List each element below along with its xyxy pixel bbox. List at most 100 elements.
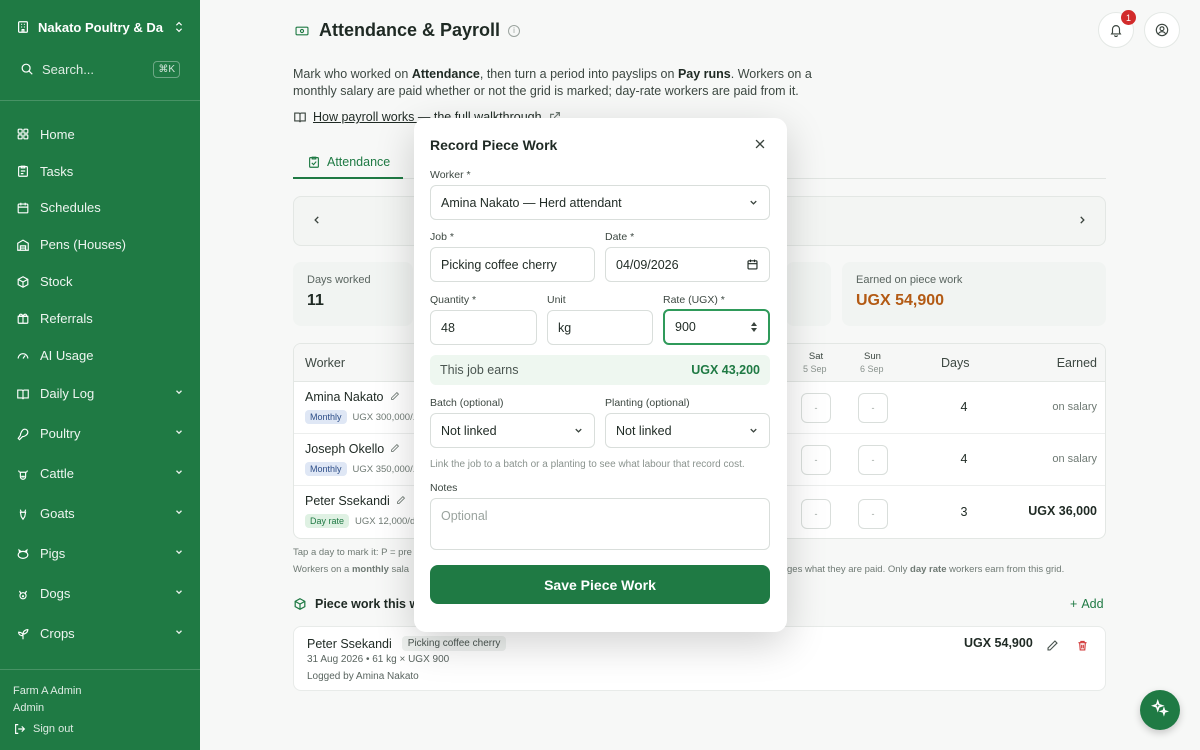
intro-text: , then turn a period into payslips on: [479, 67, 678, 81]
chevron-down-icon: [174, 587, 184, 600]
sidebar-group-pigs[interactable]: Pigs: [0, 534, 200, 574]
day-cell-sun[interactable]: -: [858, 445, 888, 475]
stat-label: Days worked: [307, 274, 371, 286]
sidebar-item-stock[interactable]: Stock: [0, 263, 200, 300]
page-title: Attendance & Payroll: [319, 20, 501, 40]
col-worker: Worker: [305, 356, 346, 370]
cattle-icon: [16, 467, 30, 481]
days-count: 4: [960, 400, 968, 414]
close-dialog-button[interactable]: [753, 137, 767, 156]
clipboard-icon: [16, 164, 30, 178]
sidebar-item-referrals[interactable]: Referrals: [0, 300, 200, 337]
piece-work-title: Piece work this we: [315, 597, 427, 611]
pencil-icon[interactable]: [390, 390, 400, 404]
calendar-icon: [16, 201, 30, 215]
number-stepper-icon[interactable]: [750, 321, 758, 333]
pencil-icon: [1047, 640, 1058, 651]
next-week-button[interactable]: [1077, 213, 1087, 228]
notifications-button[interactable]: 1: [1098, 10, 1136, 48]
col-sat-label: Sat: [808, 351, 824, 362]
day-cell-sat[interactable]: -: [801, 499, 831, 529]
day-cell-sat[interactable]: -: [801, 445, 831, 475]
account-button[interactable]: [1144, 12, 1180, 48]
sidebar-group-dogs[interactable]: Dogs: [0, 574, 200, 614]
note-text: workers earn from this grid.: [946, 564, 1065, 575]
pencil-icon[interactable]: [396, 494, 406, 508]
sidebar-group-goats[interactable]: Goats: [0, 494, 200, 534]
rate-input[interactable]: 900: [663, 309, 770, 345]
col-days: Days: [941, 356, 970, 370]
ai-assistant-button[interactable]: [1140, 690, 1180, 730]
sign-out-button[interactable]: Sign out: [13, 722, 73, 736]
sidebar-search[interactable]: Search... ⌘K: [12, 56, 188, 82]
plus-icon: +: [1070, 597, 1078, 611]
entry-logged-by: Logged by Amina Nakato: [307, 671, 419, 682]
planting-select[interactable]: Not linked: [605, 413, 770, 448]
worker-name: Peter Ssekandi: [305, 494, 406, 508]
page-header: Attendance & Payroll i: [293, 20, 521, 41]
chevron-left-icon: [314, 216, 319, 224]
previous-week-button[interactable]: [312, 213, 322, 228]
save-piece-work-button[interactable]: Save Piece Work: [430, 565, 770, 604]
info-icon[interactable]: i: [508, 24, 521, 37]
record-piece-work-dialog: Record Piece Work Worker * Amina Nakato …: [414, 118, 787, 632]
batch-select-value: Not linked: [441, 423, 497, 438]
col-sat-date: 5 Sep: [803, 364, 827, 374]
day-cell-sat[interactable]: -: [801, 393, 831, 423]
date-label: Date *: [605, 231, 635, 243]
day-cell-sun[interactable]: -: [858, 499, 888, 529]
sidebar-group-label: Crops: [40, 626, 75, 642]
stat-piece-work: Earned on piece work UGX 54,900: [842, 262, 1106, 326]
book-icon: [16, 387, 30, 401]
calendar-icon[interactable]: [746, 258, 759, 271]
entry-amount: UGX 54,900: [964, 636, 1033, 650]
delete-entry-button[interactable]: [1076, 639, 1089, 657]
quantity-input[interactable]: 48: [430, 310, 537, 345]
tab-attendance[interactable]: Attendance: [293, 146, 403, 179]
stat-days-worked: Days worked 11: [293, 262, 413, 326]
sidebar-item-tasks[interactable]: Tasks: [0, 153, 200, 190]
note-text: sala: [388, 564, 409, 575]
stat-value: 11: [307, 292, 324, 309]
pay-rate: UGX 12,000/d...: [355, 515, 424, 527]
package-icon: [16, 275, 30, 289]
banknote-icon: [293, 22, 311, 40]
sidebar-item-pens[interactable]: Pens (Houses): [0, 226, 200, 263]
unit-input[interactable]: kg: [547, 310, 653, 345]
grid-help-text: Tap a day to mark it: P = pre: [293, 547, 412, 558]
sidebar-group-poultry[interactable]: Poultry: [0, 414, 200, 454]
sidebar-item-home[interactable]: Home: [0, 116, 200, 153]
sidebar-group-crops[interactable]: Crops: [0, 614, 200, 654]
worker-select[interactable]: Amina Nakato — Herd attendant: [430, 185, 770, 220]
add-piece-work-button[interactable]: + Add: [1070, 597, 1104, 611]
date-input[interactable]: 04/09/2026: [605, 247, 770, 282]
goat-icon: [16, 507, 30, 521]
notes-textarea[interactable]: Optional: [430, 498, 770, 550]
job-input-value: Picking coffee cherry: [441, 257, 557, 272]
sidebar-group-label: Poultry: [40, 426, 81, 442]
stat-card-hidden: [786, 262, 831, 326]
gift-icon: [16, 311, 30, 325]
note-text: Workers on a: [293, 564, 352, 575]
sidebar-item-ai-usage[interactable]: AI Usage: [0, 337, 200, 374]
entry-worker: Peter Ssekandi: [307, 636, 392, 651]
sidebar-group-daily-log[interactable]: Daily Log: [0, 374, 200, 414]
rate-label: Rate (UGX) *: [663, 294, 725, 306]
batch-select[interactable]: Not linked: [430, 413, 595, 448]
sidebar-group-cattle[interactable]: Cattle: [0, 454, 200, 494]
stat-value: UGX 54,900: [856, 292, 945, 309]
edit-entry-button[interactable]: [1046, 639, 1059, 657]
search-icon: [20, 62, 34, 76]
farm-switcher[interactable]: Nakato Poultry & Da...: [16, 16, 186, 38]
pencil-icon[interactable]: [390, 442, 400, 456]
day-cell-sun[interactable]: -: [858, 393, 888, 423]
earnings-label: This job earns: [440, 363, 519, 377]
sidebar-item-schedules[interactable]: Schedules: [0, 190, 200, 227]
sidebar-group-label: Daily Log: [40, 386, 95, 402]
worker-pay-info: Day rate UGX 12,000/d...: [305, 514, 423, 528]
job-input[interactable]: Picking coffee cherry: [430, 247, 595, 282]
days-count: 4: [960, 452, 968, 466]
grid-help-text-right: ges what they are paid. Only day rate wo…: [787, 564, 1064, 575]
tab-label: Attendance: [327, 154, 391, 169]
user-name: Farm A Admin: [13, 685, 82, 697]
